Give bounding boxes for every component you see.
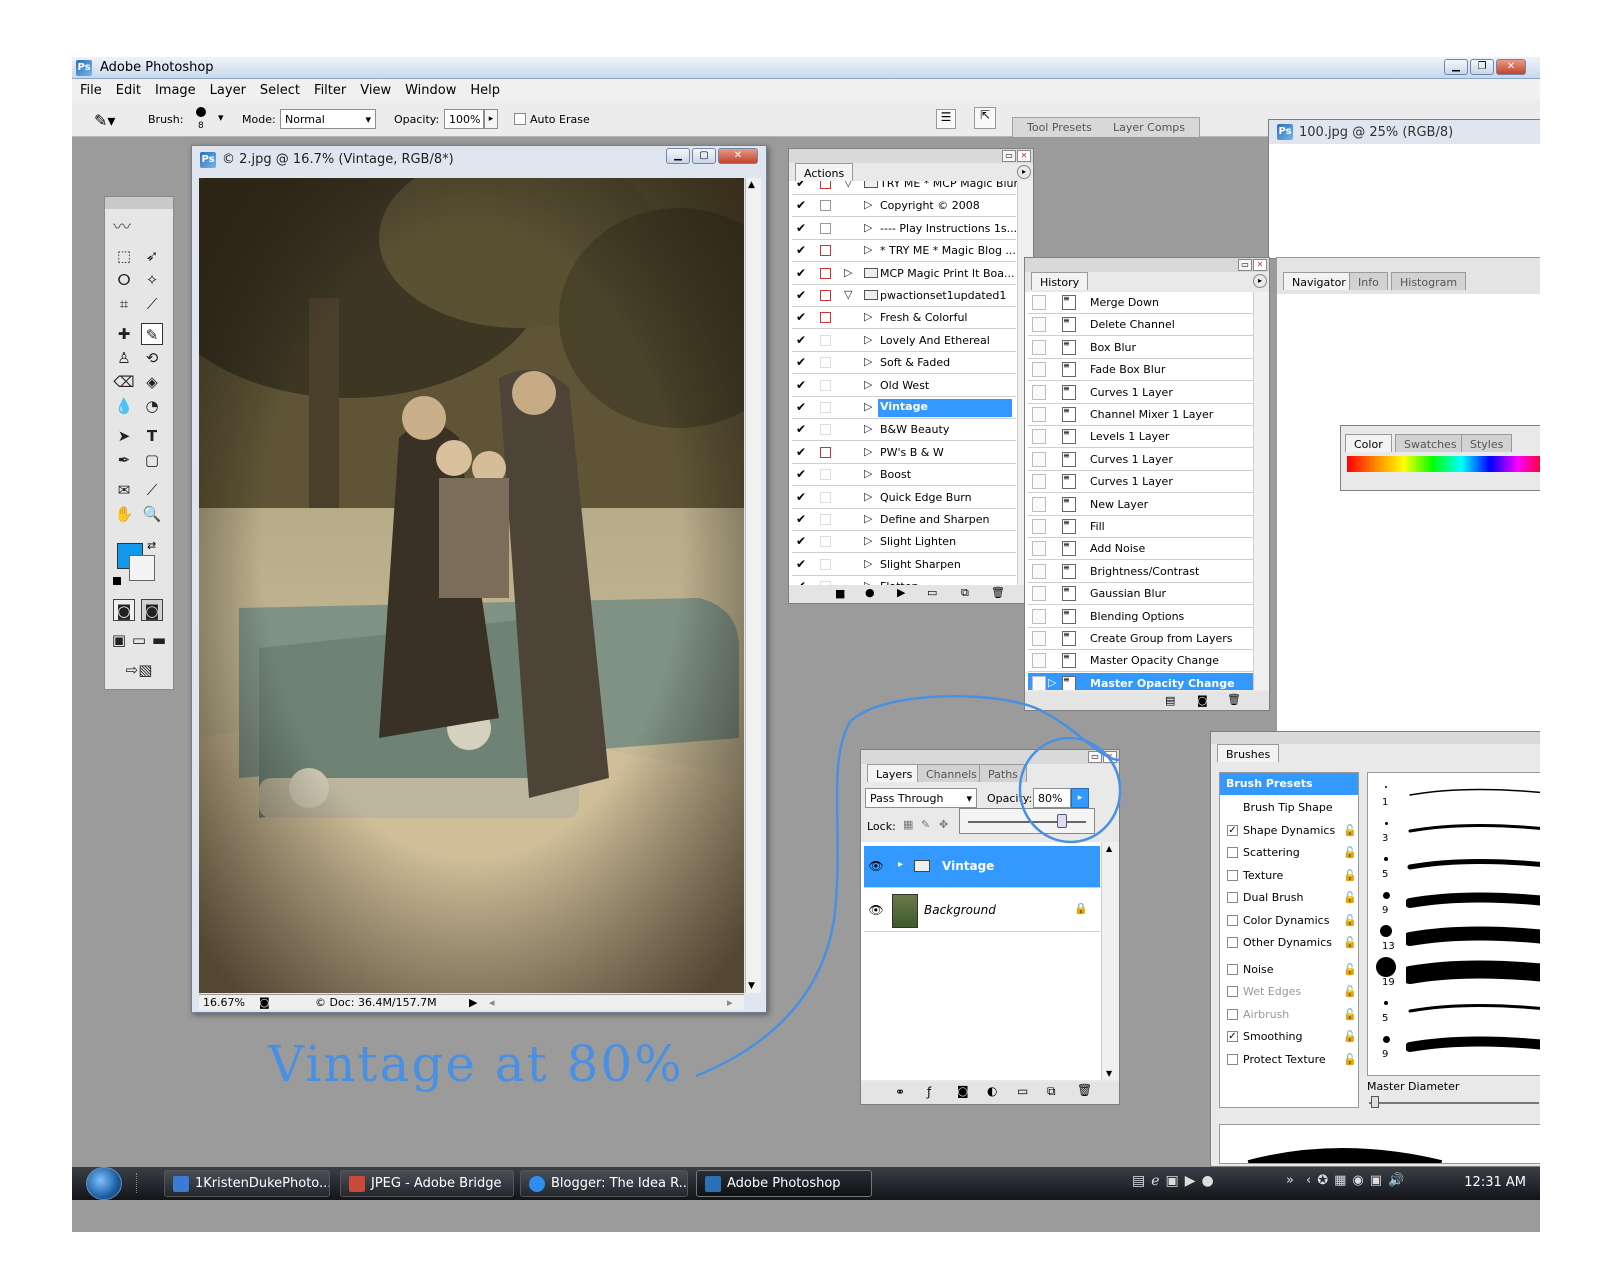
annotation-arrow-curve — [695, 695, 1121, 1078]
annotation-circle — [1018, 736, 1122, 844]
annotation-text: Vintage at 80% — [268, 1035, 684, 1093]
annotation-overlay — [695, 695, 1122, 1078]
